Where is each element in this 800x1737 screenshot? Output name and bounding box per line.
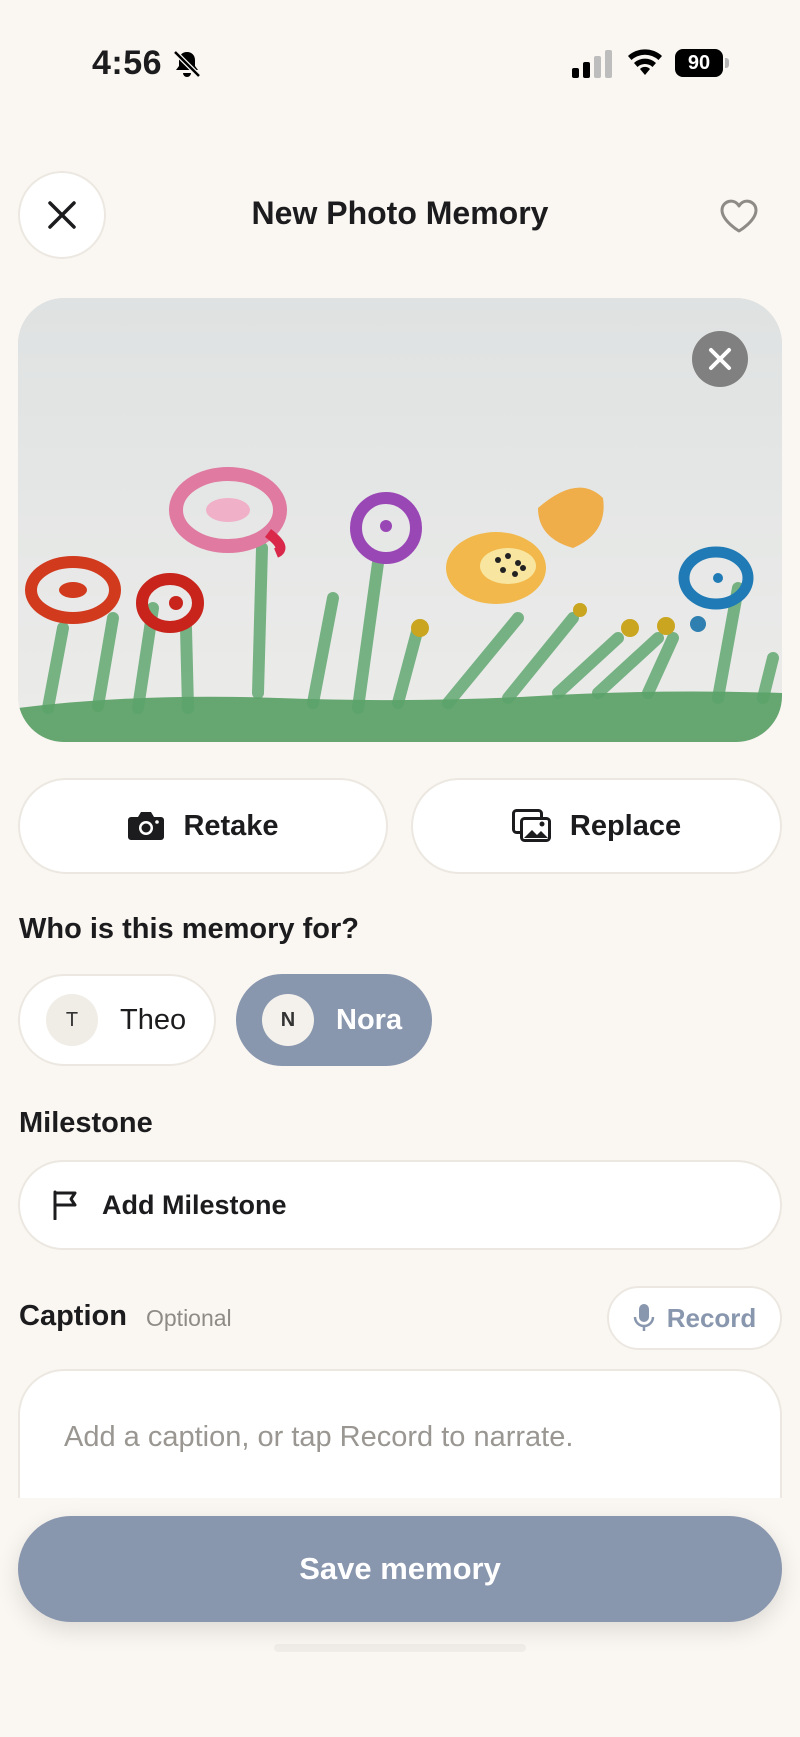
- retake-label: Retake: [183, 809, 279, 842]
- battery-level: 90: [687, 52, 711, 74]
- page-title: New Photo Memory: [251, 195, 549, 231]
- record-label: Record: [666, 1302, 757, 1333]
- memory-photo: [18, 298, 782, 742]
- add-milestone-label: Add Milestone: [102, 1189, 287, 1220]
- home-indicator: [274, 1644, 526, 1652]
- replace-label: Replace: [569, 809, 682, 842]
- replace-button[interactable]: Replace: [411, 778, 782, 874]
- battery-icon: 90: [675, 49, 729, 77]
- painting-image: [18, 298, 782, 742]
- cellular-signal-icon: [572, 50, 612, 78]
- status-time: 4:56: [92, 44, 163, 82]
- caption-input[interactable]: [64, 1421, 744, 1454]
- caption-label: Caption: [19, 1300, 127, 1332]
- microphone-icon: [633, 1304, 654, 1331]
- avatar: N: [262, 994, 314, 1046]
- who-label: Who is this memory for?: [19, 913, 359, 945]
- save-memory-button[interactable]: Save memory: [18, 1516, 782, 1622]
- photo-library-icon: [511, 809, 551, 842]
- wifi-icon: [628, 49, 662, 75]
- flag-icon: [53, 1190, 77, 1220]
- camera-icon: [128, 812, 165, 840]
- retake-button[interactable]: Retake: [18, 778, 388, 874]
- record-button[interactable]: Record: [607, 1286, 782, 1350]
- heart-icon[interactable]: [718, 196, 760, 234]
- bell-muted-icon: [173, 50, 201, 78]
- add-milestone-button[interactable]: Add Milestone: [18, 1160, 782, 1250]
- avatar: T: [46, 994, 98, 1046]
- child-name: Theo: [120, 1003, 187, 1036]
- child-name: Nora: [336, 1003, 403, 1036]
- child-chip-nora[interactable]: N Nora: [236, 974, 432, 1066]
- remove-photo-button[interactable]: [692, 331, 748, 387]
- close-icon: [709, 348, 731, 370]
- child-chip-theo[interactable]: T Theo: [18, 974, 216, 1066]
- milestone-label: Milestone: [19, 1107, 153, 1139]
- status-bar: 4:56 90: [0, 0, 800, 130]
- optional-badge: Optional: [146, 1305, 232, 1331]
